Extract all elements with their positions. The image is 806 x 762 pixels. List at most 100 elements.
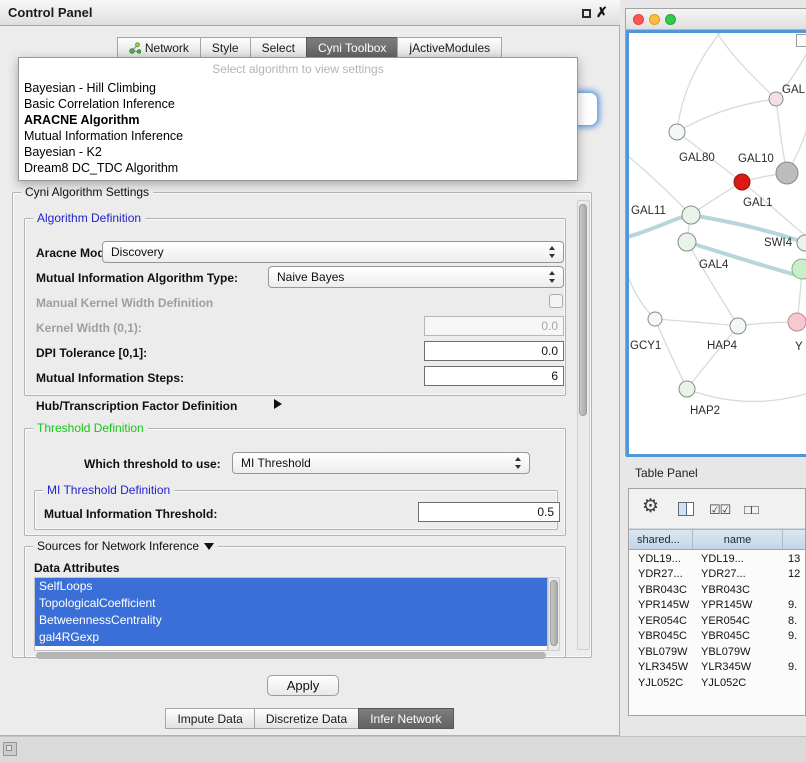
network-node-gray[interactable]: [776, 162, 798, 184]
network-node-gal80[interactable]: [669, 124, 685, 140]
table-header: shared... name: [629, 529, 806, 550]
network-window-titlebar[interactable]: [626, 9, 806, 30]
columns-icon[interactable]: [678, 502, 694, 516]
table-cell: YDR27...: [693, 568, 783, 580]
hub-section-toggle[interactable]: Hub/Transcription Factor Definition: [36, 399, 237, 413]
attributes-hscrollbar-thumb[interactable]: [36, 652, 546, 659]
table-cell: YER054C: [693, 615, 783, 627]
table-cell: 9.: [783, 630, 806, 642]
settings-scrollbar-thumb[interactable]: [579, 204, 587, 416]
network-edge[interactable]: [677, 33, 724, 132]
network-edge[interactable]: [629, 263, 655, 319]
attribute-item[interactable]: gal4RGexp: [35, 629, 547, 646]
algorithm-option[interactable]: Bayesian - Hill Climbing: [19, 80, 577, 96]
network-edge[interactable]: [714, 33, 776, 99]
data-attributes-list: SelfLoops TopologicalCoefficient Between…: [34, 577, 548, 651]
control-panel-window: Control Panel ✗ Network Style Select: [0, 0, 620, 736]
mi-steps-label: Mutual Information Steps:: [36, 371, 184, 385]
algorithm-option[interactable]: Mutual Information Inference: [19, 128, 577, 144]
kernel-width-field: 0.0: [424, 316, 564, 336]
minimize-traffic-light[interactable]: [649, 14, 660, 25]
tab-jactivemodules[interactable]: jActiveModules: [397, 37, 502, 58]
settings-scrollbar[interactable]: [577, 200, 590, 650]
table-row[interactable]: YPR145WYPR145W9.: [629, 598, 806, 614]
mi-threshold-field[interactable]: 0.5: [418, 502, 560, 522]
network-edge[interactable]: [677, 99, 776, 132]
table-cell: YBR043C: [629, 584, 693, 596]
attribute-item[interactable]: BetweennessCentrality: [35, 612, 547, 629]
field-value: 0.5: [537, 505, 554, 519]
table-row[interactable]: YLR345WYLR345W9.: [629, 660, 806, 676]
algorithm-option[interactable]: Dream8 DC_TDC Algorithm: [19, 160, 577, 176]
apply-button[interactable]: Apply: [267, 675, 339, 696]
table-cell: 8.: [783, 615, 806, 627]
which-threshold-select[interactable]: MI Threshold: [232, 452, 530, 474]
table-row[interactable]: YBR043CYBR043C: [629, 582, 806, 598]
network-edge[interactable]: [742, 182, 806, 238]
close-traffic-light[interactable]: [633, 14, 644, 25]
network-edge[interactable]: [687, 389, 806, 402]
table-panel-window: ⚙ ☑☑ □□ shared... name YDL19...YDL19...1…: [628, 488, 806, 716]
tab-select[interactable]: Select: [250, 37, 307, 58]
tab-label: Cyni Toolbox: [318, 41, 386, 55]
control-panel-titlebar[interactable]: Control Panel ✗: [0, 0, 620, 26]
algorithm-option[interactable]: Basic Correlation Inference: [19, 96, 577, 112]
attribute-item[interactable]: SelfLoops: [35, 578, 547, 595]
tab-cyni-toolbox[interactable]: Cyni Toolbox: [306, 37, 398, 58]
network-node[interactable]: [788, 313, 806, 331]
network-node[interactable]: [730, 318, 746, 334]
birdseye-toggle[interactable]: [796, 34, 806, 47]
table-row[interactable]: YER054CYER054C8.: [629, 613, 806, 629]
tab-style[interactable]: Style: [200, 37, 251, 58]
collapsed-arrow-icon[interactable]: [274, 399, 282, 409]
attributes-scrollbar[interactable]: [548, 577, 560, 651]
apply-button-label: Apply: [287, 678, 320, 693]
network-edge[interactable]: [655, 319, 738, 326]
minimized-panel-icon[interactable]: [3, 742, 17, 756]
clear-checks-icon[interactable]: □□: [744, 502, 758, 517]
network-node-gcy1[interactable]: [648, 312, 662, 326]
attribute-item[interactable]: TopologicalCoefficient: [35, 595, 547, 612]
attributes-scrollbar-thumb[interactable]: [550, 580, 558, 646]
tab-label: Infer Network: [370, 712, 441, 726]
network-canvas[interactable]: GAL GAL80 GAL10 GAL11 GAL1 SWI4 GAL4 GCY…: [626, 30, 806, 457]
network-node[interactable]: [769, 92, 783, 106]
table-row[interactable]: YBR045CYBR045C9.: [629, 629, 806, 645]
tab-impute-data[interactable]: Impute Data: [165, 708, 254, 729]
network-node-gal4[interactable]: [678, 233, 696, 251]
column-header-shared-name[interactable]: shared...: [629, 530, 693, 549]
network-node-gal10-red[interactable]: [734, 174, 750, 190]
table-cell: YBR045C: [629, 630, 693, 642]
network-edge[interactable]: [655, 319, 687, 389]
gear-icon[interactable]: ⚙: [642, 495, 659, 518]
tab-network[interactable]: Network: [117, 37, 201, 58]
mi-threshold-label: Mutual Information Threshold:: [44, 507, 217, 521]
network-edge[interactable]: [687, 326, 738, 389]
algorithm-option[interactable]: Bayesian - K2: [19, 144, 577, 160]
aracne-mode-select[interactable]: Discovery: [102, 241, 564, 263]
network-node-swi4[interactable]: [797, 235, 806, 251]
node-label: GAL80: [679, 152, 715, 164]
table-row[interactable]: YDL19...YDL19...13: [629, 551, 806, 567]
tab-discretize-data[interactable]: Discretize Data: [254, 708, 359, 729]
table-row[interactable]: YDR27...YDR27...12: [629, 567, 806, 583]
float-window-icon[interactable]: [582, 9, 591, 18]
column-header-name[interactable]: name: [693, 530, 783, 549]
sources-section-toggle[interactable]: Sources for Network Inference: [33, 539, 218, 554]
dpi-tolerance-field[interactable]: 0.0: [424, 341, 564, 361]
column-header[interactable]: [783, 530, 806, 549]
mi-algorithm-type-select[interactable]: Naive Bayes: [268, 266, 564, 288]
node-label: GAL10: [738, 153, 774, 165]
select-all-checks-icon[interactable]: ☑☑: [709, 502, 730, 518]
table-row[interactable]: YJL052CYJL052C: [629, 675, 806, 691]
mi-algorithm-type-label: Mutual Information Algorithm Type:: [36, 271, 238, 285]
algorithm-option-selected[interactable]: ARACNE Algorithm: [19, 112, 577, 128]
tab-infer-network[interactable]: Infer Network: [358, 708, 453, 729]
table-row[interactable]: YBL079WYBL079W: [629, 644, 806, 660]
network-node-hap2[interactable]: [679, 381, 695, 397]
network-node-gal11[interactable]: [682, 206, 700, 224]
zoom-traffic-light[interactable]: [665, 14, 676, 25]
close-window-icon[interactable]: ✗: [596, 4, 608, 21]
field-value: 0.0: [541, 319, 558, 333]
mi-steps-field[interactable]: 6: [424, 366, 564, 386]
